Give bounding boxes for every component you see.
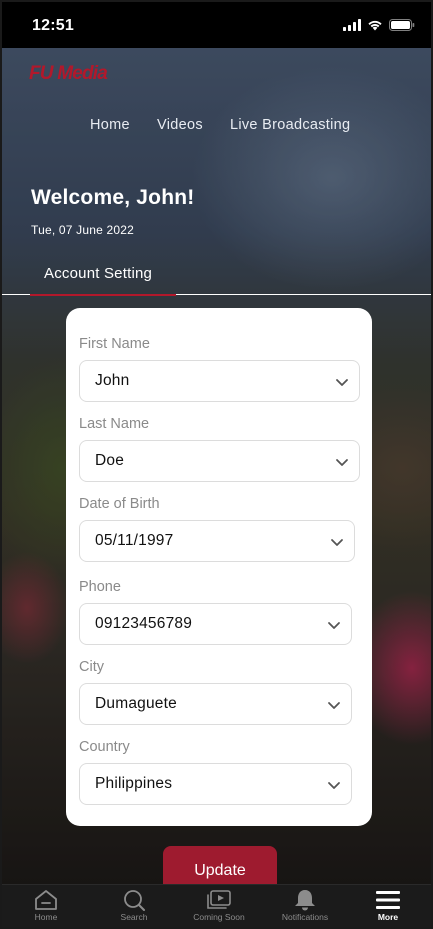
battery-icon bbox=[389, 19, 415, 31]
last-name-value: Doe bbox=[95, 452, 125, 469]
tabbar-label-coming-soon: Coming Soon bbox=[193, 912, 245, 922]
tabbar-label-home: Home bbox=[34, 912, 58, 922]
first-name-value: John bbox=[95, 372, 130, 389]
brand-logo[interactable]: FU Media bbox=[29, 63, 108, 85]
nav-videos[interactable]: Videos bbox=[157, 117, 203, 133]
city-field[interactable]: Dumaguete bbox=[79, 683, 352, 725]
tab-account-setting[interactable]: Account Setting bbox=[44, 265, 152, 282]
tabbar-label-more: More bbox=[377, 912, 399, 922]
wifi-icon bbox=[368, 20, 382, 31]
last-name-field[interactable]: Doe bbox=[79, 440, 360, 482]
home-icon bbox=[35, 890, 57, 910]
tabbar-label-search: Search bbox=[120, 912, 148, 922]
tabbar-item-home[interactable]: Home bbox=[6, 889, 86, 922]
current-date: Tue, 07 June 2022 bbox=[31, 223, 135, 237]
dob-field[interactable]: 05/11/1997 bbox=[79, 520, 355, 562]
chevron-down-icon bbox=[328, 702, 340, 709]
city-label: City bbox=[79, 659, 104, 675]
chevron-down-icon bbox=[328, 782, 340, 789]
chevron-down-icon bbox=[336, 459, 348, 466]
phone-field[interactable]: 09123456789 bbox=[79, 603, 352, 645]
phone-value: 09123456789 bbox=[95, 615, 193, 632]
country-field[interactable]: Philippines bbox=[79, 763, 352, 805]
tabbar-label-notifications: Notifications bbox=[281, 912, 329, 922]
search-icon bbox=[124, 890, 145, 911]
last-name-label: Last Name bbox=[79, 416, 150, 432]
nav-live-broadcasting[interactable]: Live Broadcasting bbox=[230, 117, 350, 133]
status-time: 12:51 bbox=[32, 17, 74, 34]
bell-icon bbox=[295, 890, 315, 911]
country-value: Philippines bbox=[95, 775, 173, 792]
app-screen: 12:51 FU Media Home Videos Live Broadcas… bbox=[0, 0, 433, 929]
chevron-down-icon bbox=[328, 622, 340, 629]
bottom-tab-bar: Home Search Coming Soon Notifications Mo… bbox=[2, 884, 431, 927]
phone-label: Phone bbox=[79, 579, 121, 595]
status-icons bbox=[343, 19, 415, 31]
dob-value: 05/11/1997 bbox=[95, 532, 174, 549]
first-name-field[interactable]: John bbox=[79, 360, 360, 402]
dob-label: Date of Birth bbox=[79, 496, 160, 512]
top-nav: Home Videos Live Broadcasting bbox=[2, 117, 431, 137]
nav-home[interactable]: Home bbox=[90, 117, 130, 133]
tabbar-item-search[interactable]: Search bbox=[94, 889, 174, 922]
city-value: Dumaguete bbox=[95, 695, 177, 712]
chevron-down-icon bbox=[336, 379, 348, 386]
welcome-heading: Welcome, John! bbox=[31, 186, 195, 209]
menu-icon bbox=[376, 891, 400, 909]
active-tab-indicator bbox=[30, 294, 176, 296]
signal-icon bbox=[343, 19, 361, 31]
first-name-label: First Name bbox=[79, 336, 150, 352]
status-bar: 12:51 bbox=[2, 2, 431, 48]
tabbar-item-notifications[interactable]: Notifications bbox=[265, 889, 345, 922]
coming-soon-icon bbox=[207, 890, 231, 909]
tabbar-item-more[interactable]: More bbox=[348, 889, 428, 922]
tabbar-item-coming-soon[interactable]: Coming Soon bbox=[179, 889, 259, 922]
chevron-down-icon bbox=[331, 539, 343, 546]
country-label: Country bbox=[79, 739, 130, 755]
account-form-card: First Name John Last Name Doe Date of Bi… bbox=[66, 308, 372, 826]
